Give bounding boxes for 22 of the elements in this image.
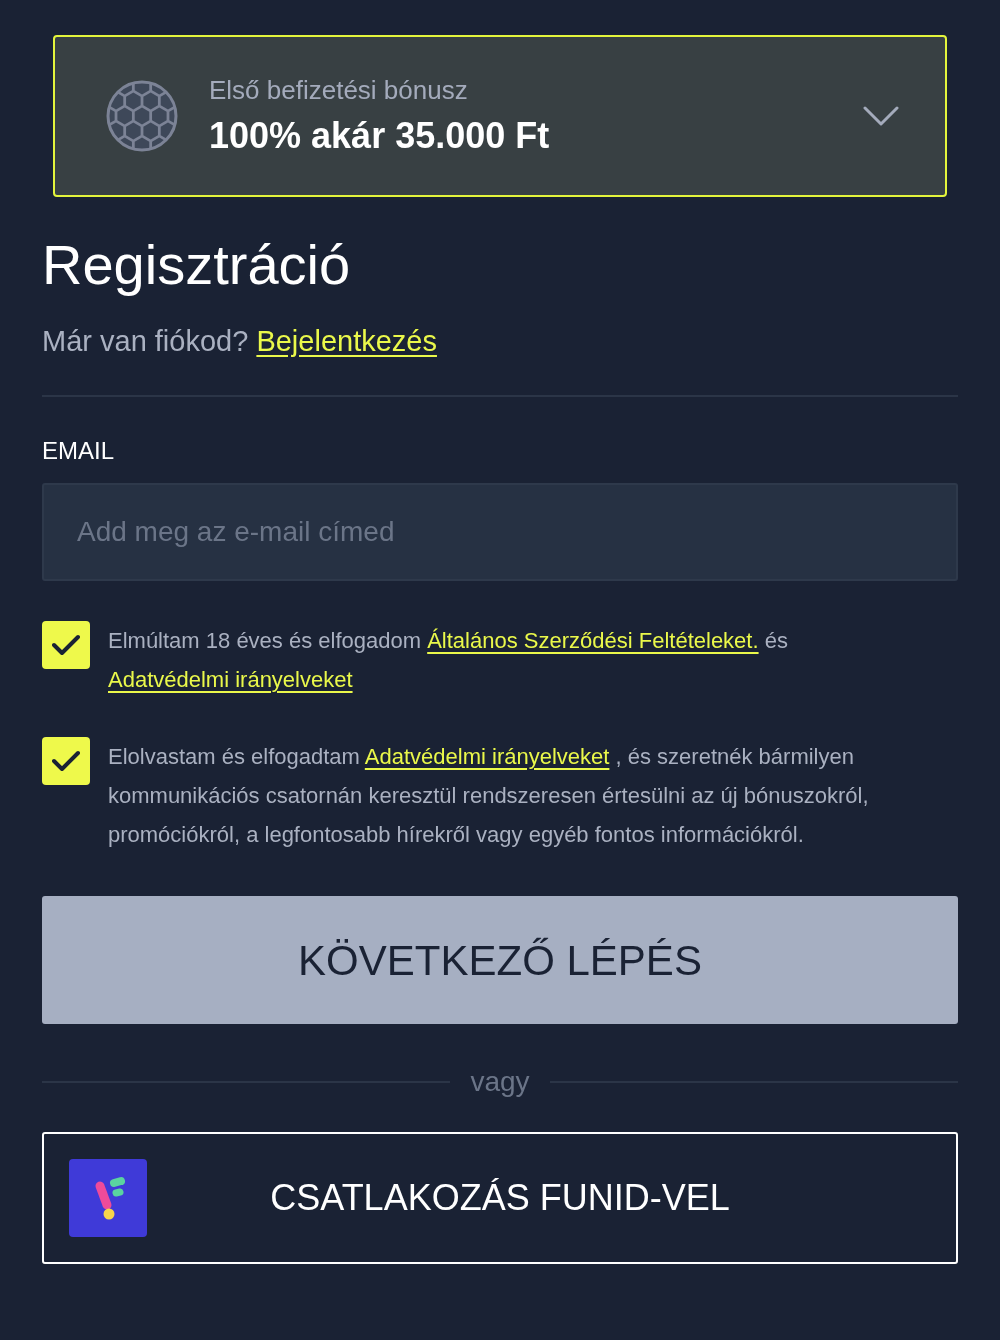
checkbox[interactable]: [42, 737, 90, 785]
funid-button[interactable]: CSATLAKOZÁS FUNID-VEL: [42, 1132, 958, 1264]
consent-text: Elmúltam 18 éves és elfogadom Általános Szerződési Feltételeket. és Adatvédelmi irányelveket: [108, 627, 789, 694]
check-icon: [52, 750, 80, 772]
consent-text: Elolvastam és elfogadtam Adatvédelmi irányelveket , és szeretnék bármilyen kommunikációs csatornán keresztül rendszeresen értesülni az új bónuszokról, promóciókról, a legfontosabb hírekről vagy egyéb fontos információkról.: [108, 743, 870, 849]
login-prompt: Már van fiókod? Bejelentkezés: [42, 324, 438, 359]
email-label: EMAIL: [42, 436, 116, 466]
login-link[interactable]: Bejelentkezés: [256, 325, 437, 357]
consent-link[interactable]: Adatvédelmi irányelveket: [364, 744, 610, 769]
check-icon: [52, 634, 80, 656]
consent-link[interactable]: Adatvédelmi irányelveket: [108, 667, 353, 692]
page-heading: Regisztráció: [42, 232, 352, 298]
app-logo-icon: [69, 1159, 147, 1237]
bonus-label: Első befizetési bónusz: [209, 74, 469, 106]
email-input[interactable]: Add meg az e-mail címed: [42, 483, 958, 581]
bonus-card[interactable]: Első befizetési bónusz 100% akár 35.000 Ft: [53, 35, 947, 197]
bonus-amount: 100% akár 35.000 Ft: [209, 114, 551, 158]
divider-text: vagy: [470, 1065, 530, 1099]
chevron-icon[interactable]: [863, 106, 899, 126]
checkbox[interactable]: [42, 621, 90, 669]
soccer-ball-icon: [105, 79, 179, 153]
consent-link[interactable]: Általános Szerződési Feltételeket.: [427, 628, 759, 653]
